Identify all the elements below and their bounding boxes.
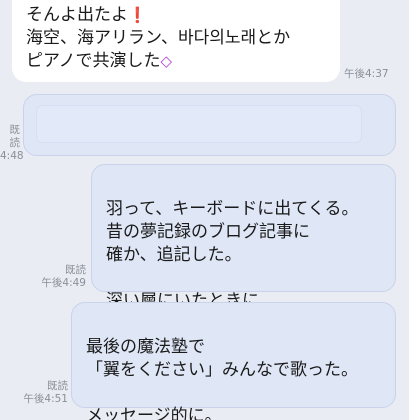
message-time: 午後4:37 <box>344 68 389 80</box>
message-meta: 既読 午後4:51 <box>10 380 68 406</box>
message-line: そんよ出たよ❗ <box>26 4 326 27</box>
outgoing-message[interactable]: 最後の魔法塾で 「翼をください」みんなで歌った。 メッセージ的に。 <box>71 302 396 420</box>
read-receipt: 既読 <box>47 380 68 392</box>
heart-exclamation-emoji-icon: ❗ <box>128 6 147 24</box>
message-text: 最後の魔法塾で 「翼をください」みんなで歌った。 メッセージ的に。 <box>86 337 358 420</box>
read-receipt: 既読 <box>9 124 21 149</box>
chat-area: そんよ出たよ❗ 海空、海アリラン、바다의노래とか ピアノで共演した◇ 午後4:3… <box>0 0 409 420</box>
message-meta: 午後4:37 <box>344 68 404 81</box>
message-line: ピアノで共演した◇ <box>26 50 326 73</box>
incoming-message[interactable]: そんよ出たよ❗ 海空、海アリラン、바다의노래とか ピアノで共演した◇ <box>12 0 340 82</box>
blurred-content <box>36 105 362 143</box>
message-text: そんよ出たよ <box>26 5 128 25</box>
message-text: 羽って、キーボードに出てくる。 昔の夢記録のブログ記事に 確か、追記した。 深い… <box>106 199 359 311</box>
message-time: 4:48 <box>0 150 24 162</box>
message-time: 午後4:49 <box>41 277 86 289</box>
outgoing-message[interactable] <box>23 94 396 156</box>
outgoing-message[interactable]: 羽って、キーボードに出てくる。 昔の夢記録のブログ記事に 確か、追記した。 深い… <box>91 164 396 311</box>
message-meta: 既読 4:48 <box>0 124 24 163</box>
read-receipt: 既読 <box>65 264 86 276</box>
message-meta: 既読 午後4:49 <box>30 264 86 290</box>
message-text: ピアノで共演した <box>26 51 161 71</box>
message-line: 海空、海アリラン、바다의노래とか <box>26 28 291 48</box>
gem-emoji-icon: ◇ <box>160 52 173 70</box>
message-time: 午後4:51 <box>23 393 68 405</box>
